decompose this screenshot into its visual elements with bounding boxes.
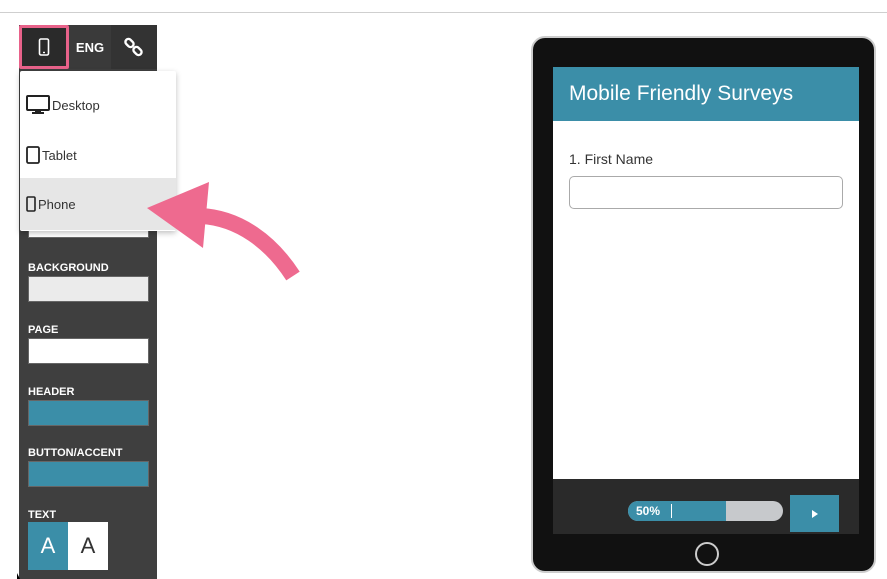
header-color-swatch[interactable]	[28, 400, 149, 426]
tablet-icon	[26, 146, 40, 164]
background-color-swatch[interactable]	[28, 276, 149, 302]
accent-label: BUTTON/ACCENT	[28, 447, 123, 459]
question-label: 1. First Name	[569, 151, 654, 167]
progress-bar: 50%	[628, 501, 783, 521]
next-button[interactable]	[790, 495, 839, 532]
language-button[interactable]: ENG	[69, 25, 111, 69]
phone-screen: Mobile Friendly Surveys 1. First Name 50…	[553, 67, 859, 534]
menu-item-label: Phone	[38, 196, 76, 212]
text-light-option[interactable]: A	[28, 522, 68, 570]
menu-item-desktop[interactable]: Desktop	[20, 79, 176, 131]
first-name-input[interactable]	[569, 176, 843, 209]
top-divider	[0, 12, 887, 13]
text-dark-option[interactable]: A	[68, 522, 108, 570]
header-label: HEADER	[28, 386, 75, 398]
play-icon	[811, 509, 818, 518]
mouse-cursor	[17, 573, 20, 579]
link-icon	[124, 37, 143, 57]
callout-arrow-icon	[147, 182, 300, 281]
survey-title: Mobile Friendly Surveys	[553, 67, 859, 121]
text-label: TEXT	[28, 509, 57, 521]
home-button	[695, 542, 719, 566]
desktop-icon	[26, 95, 50, 114]
accent-color-swatch[interactable]	[28, 461, 149, 487]
page-label: PAGE	[28, 324, 59, 336]
device-toggle-button[interactable]	[19, 25, 69, 69]
menu-item-tablet[interactable]: Tablet	[20, 129, 176, 181]
background-label: BACKGROUND	[28, 262, 109, 274]
phone-icon	[38, 38, 50, 56]
progress-divider	[671, 504, 672, 518]
progress-text: 50%	[636, 504, 661, 518]
link-button[interactable]	[111, 25, 157, 69]
menu-item-label: Desktop	[52, 97, 100, 113]
page-color-swatch[interactable]	[28, 338, 149, 364]
phone-preview: Mobile Friendly Surveys 1. First Name 50…	[531, 36, 876, 573]
menu-item-label: Tablet	[42, 147, 77, 163]
phone-icon	[26, 196, 36, 212]
survey-footer: 50%	[553, 479, 859, 534]
